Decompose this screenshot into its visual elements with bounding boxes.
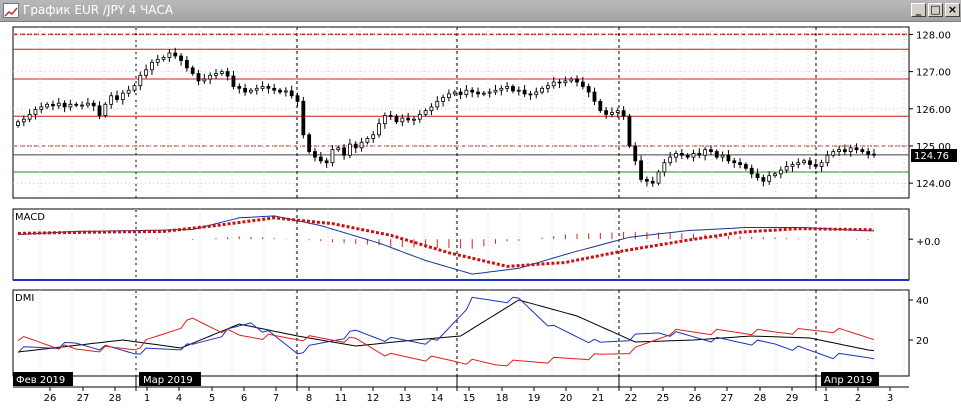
candle <box>627 113 632 149</box>
price-tick-label: 126.00 <box>916 105 951 116</box>
chart-app-icon <box>3 3 19 18</box>
date-tick-label: 11 <box>335 393 348 404</box>
date-tick-label: 26 <box>689 393 702 404</box>
date-tick-label: 21 <box>592 393 605 404</box>
candle <box>598 99 603 113</box>
maximize-button[interactable]: □ <box>928 3 943 17</box>
macd-zero-label: +0.0 <box>916 237 940 248</box>
date-tick-label: 5 <box>209 393 215 404</box>
date-tick-label: 28 <box>754 393 767 404</box>
minimize-button[interactable]: _ <box>911 3 926 17</box>
month-label-feb: Фев 2019 <box>16 375 65 386</box>
date-tick-label: 3 <box>887 393 893 404</box>
candle <box>656 169 661 186</box>
month-label-mar: Мар 2019 <box>143 375 193 386</box>
macd-title: MACD <box>15 212 45 223</box>
date-tick-label: 14 <box>431 393 444 404</box>
date-tick-label: 13 <box>399 393 412 404</box>
dmi-tick-label: 20 <box>916 336 929 347</box>
price-tick-label: 128.00 <box>916 30 951 41</box>
date-tick-label: 8 <box>306 393 312 404</box>
candle <box>301 96 306 139</box>
close-button[interactable]: × <box>945 3 960 17</box>
title-bar: График EUR /JPY 4 ЧАСА _ □ × <box>0 0 961 22</box>
dmi-tick-label: 40 <box>916 296 929 307</box>
price-tick-label: 127.00 <box>916 68 951 79</box>
dmi-title: DMI <box>15 293 34 304</box>
window-title: График EUR /JPY 4 ЧАСА <box>23 3 174 17</box>
price-tick-label: 124.00 <box>916 179 951 190</box>
date-tick-label: 27 <box>721 393 734 404</box>
date-tick-label: 12 <box>367 393 380 404</box>
date-tick-label: 2 <box>855 393 861 404</box>
candle <box>307 132 312 154</box>
date-tick-label: 22 <box>625 393 638 404</box>
month-tag-mar: Мар 2019 <box>139 372 201 386</box>
date-tick-label: 29 <box>786 393 799 404</box>
date-tick-label: 15 <box>463 393 476 404</box>
chart-area: 128.00127.00126.00125.00124.00 124.76 MA… <box>0 22 961 409</box>
date-tick-label: 19 <box>528 393 541 404</box>
month-label-apr: Апр 2019 <box>824 375 872 386</box>
date-tick-label: 1 <box>823 393 829 404</box>
candle <box>103 102 108 118</box>
current-price-label: 124.76 <box>914 151 949 162</box>
date-tick-label: 18 <box>496 393 509 404</box>
date-tick-label: 4 <box>176 393 182 404</box>
date-tick-label: 20 <box>560 393 573 404</box>
date-tick-label: 7 <box>273 393 279 404</box>
month-tag-feb: Фев 2019 <box>13 372 73 386</box>
date-tick-label: 1 <box>144 393 150 404</box>
month-tag-apr: Апр 2019 <box>821 372 879 386</box>
date-tick-label: 26 <box>44 393 57 404</box>
current-price-tag: 124.76 <box>911 149 957 162</box>
date-tick-label: 28 <box>109 393 122 404</box>
date-tick-label: 25 <box>657 393 670 404</box>
date-tick-label: 6 <box>241 393 247 404</box>
date-tick-label: 27 <box>77 393 90 404</box>
